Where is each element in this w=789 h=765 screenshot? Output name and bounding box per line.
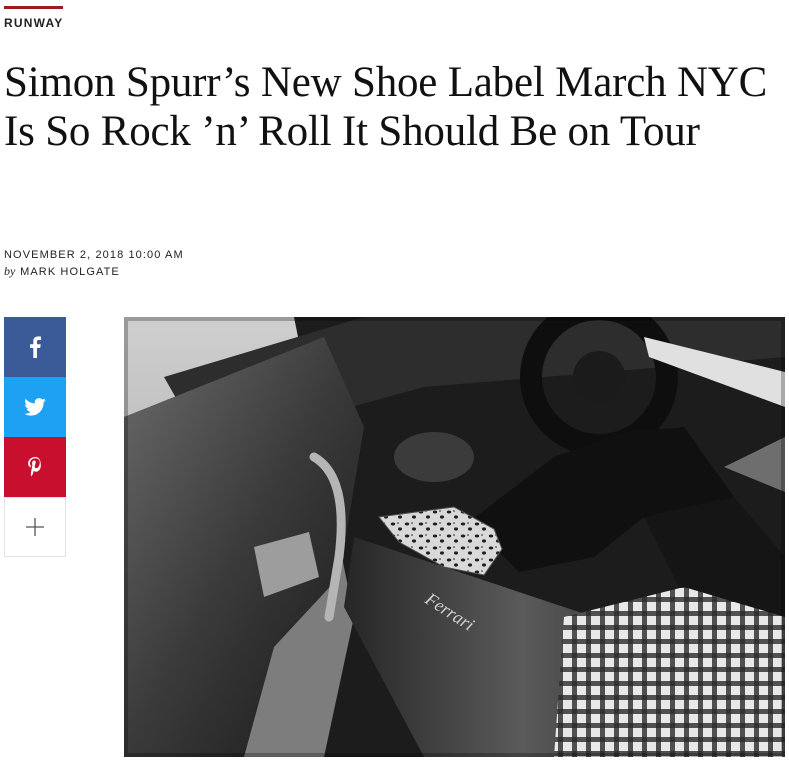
byline-prefix: by <box>4 264 16 278</box>
section-kicker-link[interactable]: RUNWAY <box>4 16 63 30</box>
twitter-share-button[interactable] <box>4 377 66 437</box>
share-rail <box>4 317 66 557</box>
twitter-icon <box>24 398 46 416</box>
pinterest-share-button[interactable] <box>4 437 66 497</box>
hero-photo-illustration: Ferrari <box>124 317 785 757</box>
byline: by MARK HOLGATE <box>4 264 120 279</box>
author-link[interactable]: MARK HOLGATE <box>20 266 120 278</box>
kicker-accent-rule <box>4 6 63 9</box>
pinterest-icon <box>28 457 42 477</box>
hero-image[interactable]: Ferrari <box>124 317 785 757</box>
plus-icon <box>25 517 45 537</box>
article-headline: Simon Spurr’s New Shoe Label March NYC I… <box>4 59 768 155</box>
facebook-icon <box>29 336 41 358</box>
more-share-button[interactable] <box>4 497 66 557</box>
publish-date: NOVEMBER 2, 2018 10:00 AM <box>4 249 184 261</box>
facebook-share-button[interactable] <box>4 317 66 377</box>
